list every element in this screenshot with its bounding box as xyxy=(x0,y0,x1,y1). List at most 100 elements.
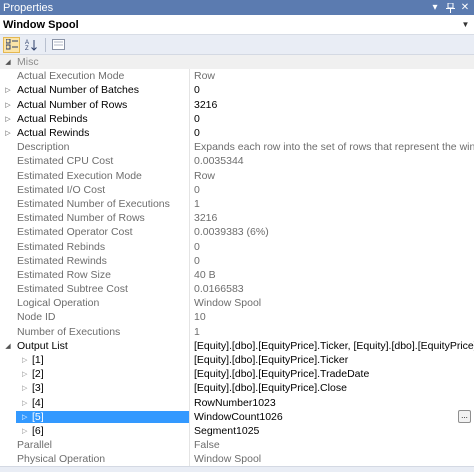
property-row[interactable]: Actual Execution Mode Row xyxy=(0,69,474,84)
property-row[interactable]: Estimated Row Size 40 B xyxy=(0,267,474,282)
property-name: Estimated Number of Executions xyxy=(17,197,170,210)
expand-icon[interactable]: ▷ xyxy=(22,399,27,407)
property-row[interactable]: Number of Executions 1 xyxy=(0,324,474,339)
property-value: 0.0166583 xyxy=(194,283,244,296)
object-selector[interactable]: Window Spool ▼ xyxy=(0,15,474,35)
expand-icon[interactable]: ▷ xyxy=(22,413,27,421)
category-row-misc[interactable]: ◢ Misc xyxy=(0,55,474,70)
property-row[interactable]: Estimated Number of Rows 3216 xyxy=(0,211,474,226)
property-row[interactable]: Estimated Execution Mode Row xyxy=(0,168,474,183)
output-list-item-selected[interactable]: ▷ [5] WindowCount1026 ... xyxy=(0,409,474,424)
property-value: 3216 xyxy=(194,98,218,111)
property-name: Logical Operation xyxy=(17,297,100,310)
property-row-output-list[interactable]: ◢ Output List [Equity].[dbo].[EquityPric… xyxy=(0,338,474,353)
property-value: [Equity].[dbo].[EquityPrice].TradeDate xyxy=(194,368,370,381)
property-name: Estimated Rebinds xyxy=(17,240,106,253)
property-value: [Equity].[dbo].[EquityPrice].Close xyxy=(194,382,347,395)
property-value: 10 xyxy=(194,311,206,324)
expand-icon[interactable]: ▷ xyxy=(0,98,16,112)
property-value: False xyxy=(194,439,220,452)
output-list-item[interactable]: ▷ [4] RowNumber1023 xyxy=(0,395,474,410)
property-value: Window Spool xyxy=(194,453,262,466)
property-row[interactable]: Parallel False xyxy=(0,438,474,453)
property-name: Estimated I/O Cost xyxy=(17,183,106,196)
property-row[interactable]: Estimated Subtree Cost 0.0166583 xyxy=(0,282,474,297)
property-row[interactable]: Estimated CPU Cost 0.0035344 xyxy=(0,154,474,169)
expand-icon[interactable]: ▷ xyxy=(22,384,27,392)
window-title: Properties xyxy=(3,1,54,14)
property-pages-icon[interactable] xyxy=(50,37,67,53)
property-value: 40 B xyxy=(194,268,216,281)
property-value: Window Spool xyxy=(194,297,262,310)
expand-icon[interactable]: ▷ xyxy=(0,112,16,126)
property-name: Actual Execution Mode xyxy=(17,70,125,83)
property-name: Parallel xyxy=(17,439,53,452)
property-name: Actual Number of Batches xyxy=(17,84,139,97)
property-name: Output List xyxy=(17,339,68,352)
pin-icon[interactable] xyxy=(444,1,456,14)
output-list-item[interactable]: ▷ [1] [Equity].[dbo].[EquityPrice].Ticke… xyxy=(0,352,474,368)
property-value: Segment1025 xyxy=(194,424,260,437)
property-value: 0 xyxy=(194,183,200,196)
property-value: 0 xyxy=(194,127,200,140)
property-value: 0 xyxy=(194,254,200,267)
category-label: Misc xyxy=(17,56,39,69)
property-value: 1 xyxy=(194,325,200,338)
expand-icon[interactable]: ▷ xyxy=(22,427,27,435)
property-row[interactable]: Estimated Number of Executions 1 xyxy=(0,196,474,212)
property-row[interactable]: ▷ Actual Rewinds 0 xyxy=(0,125,474,141)
property-row[interactable]: Node ID 10 xyxy=(0,310,474,325)
property-value: [Equity].[dbo].[EquityPrice].Ticker xyxy=(194,354,349,367)
property-row[interactable]: Estimated Rewinds 0 xyxy=(0,253,474,268)
collapse-icon[interactable]: ◢ xyxy=(0,55,16,69)
property-row[interactable]: Description Expands each row into the se… xyxy=(0,140,474,155)
properties-titlebar: Properties ▾ ✕ xyxy=(0,0,474,15)
dropdown-icon[interactable]: ▾ xyxy=(429,1,441,14)
property-row[interactable]: ▷ Actual Number of Batches 0 xyxy=(0,83,474,98)
property-row[interactable]: Estimated I/O Cost 0 xyxy=(0,182,474,197)
property-value: Expands each row into the set of rows th… xyxy=(194,141,474,154)
property-value: [Equity].[dbo].[EquityPrice].Ticker, [Eq… xyxy=(194,339,474,352)
property-name: Actual Rebinds xyxy=(17,112,88,125)
property-row[interactable]: ▷ Actual Rebinds 0 xyxy=(0,111,474,126)
output-list-item[interactable]: ▷ [6] Segment1025 xyxy=(0,423,474,439)
expand-icon[interactable]: ▷ xyxy=(0,83,16,97)
chevron-down-icon[interactable]: ▼ xyxy=(459,16,472,34)
properties-toolbar: AZ xyxy=(0,35,474,55)
output-list-item[interactable]: ▷ [3] [Equity].[dbo].[EquityPrice].Close xyxy=(0,381,474,396)
property-name: [4] xyxy=(32,396,44,409)
property-value: 0 xyxy=(194,240,200,253)
property-value: 1 xyxy=(194,197,200,210)
expand-icon[interactable]: ▷ xyxy=(22,370,27,378)
property-value: 0.0035344 xyxy=(194,155,244,168)
property-name: Estimated Rewinds xyxy=(17,254,107,267)
property-row[interactable]: Estimated Operator Cost 0.0039383 (6%) xyxy=(0,225,474,240)
property-name: Physical Operation xyxy=(17,453,106,466)
expand-icon[interactable]: ▷ xyxy=(22,356,27,364)
property-value: RowNumber1023 xyxy=(194,396,276,409)
property-value: 3216 xyxy=(194,212,218,225)
property-row[interactable]: Physical Operation Window Spool xyxy=(0,452,474,467)
property-row[interactable]: ▷ Actual Number of Rows 3216 xyxy=(0,97,474,112)
property-name: [2] xyxy=(32,368,44,381)
expand-icon[interactable]: ▷ xyxy=(0,126,16,140)
property-name: Estimated Row Size xyxy=(17,268,111,281)
categorized-icon[interactable] xyxy=(3,36,20,53)
property-value: 0 xyxy=(194,112,200,125)
ellipsis-button[interactable]: ... xyxy=(458,409,471,423)
svg-text:Z: Z xyxy=(25,46,29,51)
property-grid: ◢ Misc Actual Execution Mode Row ▷ Actua… xyxy=(0,55,474,467)
property-name: Estimated CPU Cost xyxy=(17,155,114,168)
object-selector-value: Window Spool xyxy=(3,18,79,31)
property-value: WindowCount1026 xyxy=(194,410,283,423)
collapse-icon[interactable]: ◢ xyxy=(0,339,16,353)
property-name: [6] xyxy=(32,424,44,437)
property-name: Node ID xyxy=(17,311,56,324)
output-list-item[interactable]: ▷ [2] [Equity].[dbo].[EquityPrice].Trade… xyxy=(0,367,474,382)
property-name: Number of Executions xyxy=(17,325,121,338)
property-name: Description xyxy=(17,141,70,154)
property-row[interactable]: Estimated Rebinds 0 xyxy=(0,239,474,254)
close-icon[interactable]: ✕ xyxy=(459,1,471,14)
property-row[interactable]: Logical Operation Window Spool xyxy=(0,296,474,311)
alphabetical-icon[interactable]: AZ xyxy=(23,37,40,53)
